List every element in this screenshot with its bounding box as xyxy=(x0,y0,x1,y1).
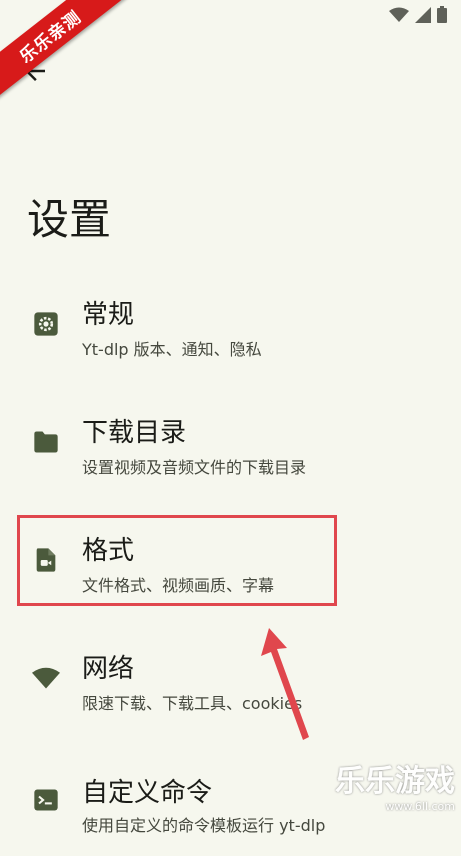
folder-icon xyxy=(34,431,58,453)
item-subtitle: 使用自定义的命令模板运行 yt-dlp xyxy=(82,816,326,835)
settings-item-network[interactable]: 网络 限速下载、下载工具、cookies xyxy=(0,634,461,738)
terminal-icon xyxy=(34,789,58,811)
watermark-logo-url: www.6ll.com xyxy=(385,800,455,813)
wifi-icon xyxy=(32,667,60,689)
item-title: 自定义命令 xyxy=(82,778,213,808)
watermark-logo-text: 乐乐游戏 xyxy=(335,764,455,799)
highlight-box xyxy=(17,515,337,606)
annotation-arrow-icon xyxy=(261,628,309,740)
item-title: 常规 xyxy=(82,300,135,330)
item-title: 网络 xyxy=(82,654,135,684)
item-title: 下载目录 xyxy=(82,418,187,448)
cell-signal-icon xyxy=(415,6,431,23)
wifi-signal-icon xyxy=(389,7,409,22)
settings-item-general[interactable]: 常规 Yt-dlp 版本、通知、隐私 xyxy=(0,280,461,384)
item-subtitle: Yt-dlp 版本、通知、隐私 xyxy=(82,340,262,359)
watermark-logo: 乐乐游戏 www.6ll.com xyxy=(335,756,455,813)
gear-icon xyxy=(34,312,58,336)
item-subtitle: 设置视频及音频文件的下载目录 xyxy=(82,458,307,477)
battery-icon xyxy=(437,6,447,23)
settings-item-download-directory[interactable]: 下载目录 设置视频及音频文件的下载目录 xyxy=(0,398,461,502)
page-title: 设置 xyxy=(27,195,112,244)
